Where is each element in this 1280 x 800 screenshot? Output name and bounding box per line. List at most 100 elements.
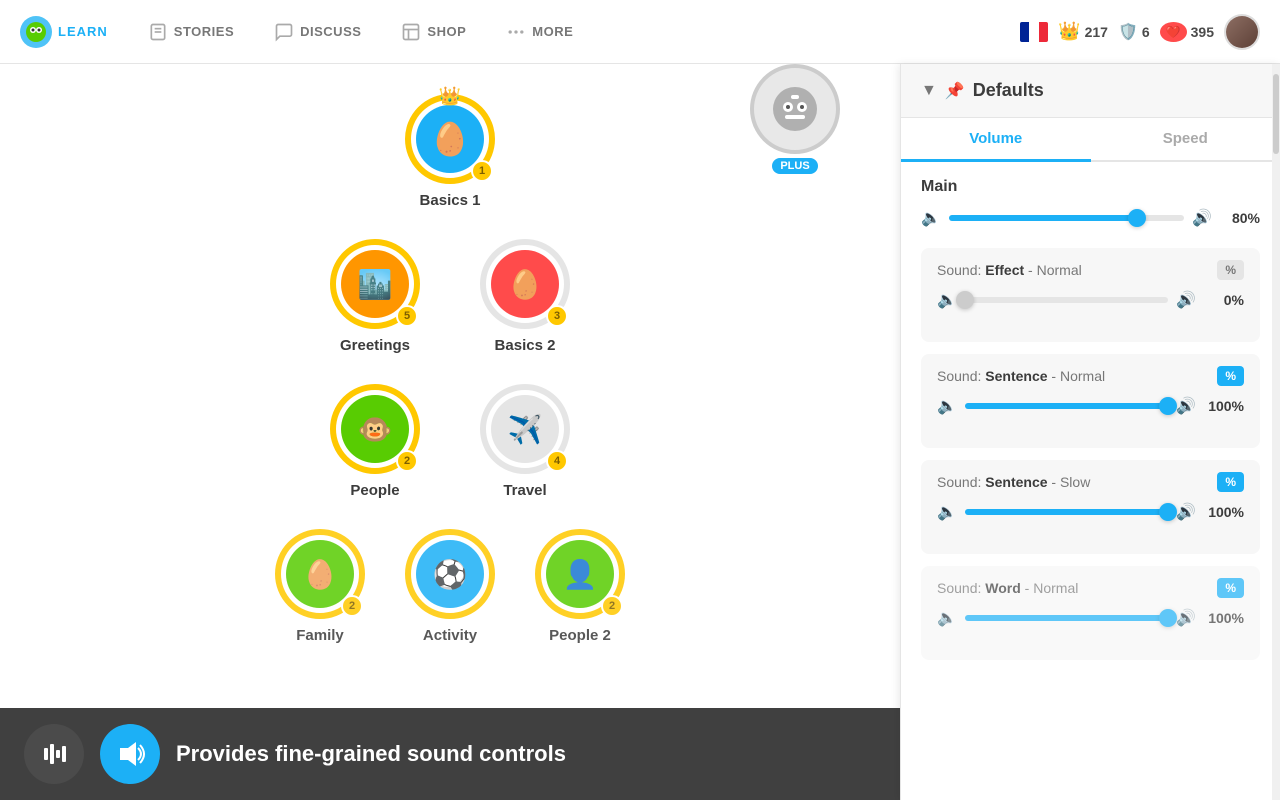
panel-tabs: Volume Speed [901,118,1280,162]
sentence-slow-slider[interactable] [965,509,1168,515]
sentence-normal-label: Sound: Sentence - Normal [937,368,1105,384]
streak-stat: 👑 217 [1058,21,1108,42]
sentence-vol-low-icon: 🔈 [937,396,957,416]
sentence-volume-value: 100% [1204,398,1244,414]
main-volume-value: 80% [1220,210,1260,226]
family-label: Family [296,627,344,644]
word-slider-row: 🔈 🔊 100% [937,608,1244,628]
lesson-row-2: 🏙️ 5 Greetings 🥚 3 [100,239,800,354]
speaker-icon [114,738,146,770]
people-emoji: 🐵 [358,413,393,446]
basics2-label: Basics 2 [495,337,556,354]
greetings-label: Greetings [340,337,410,354]
tooltip-text: Provides fine-grained sound controls [176,741,566,767]
lesson-basics2[interactable]: 🥚 3 Basics 2 [480,239,570,354]
panel-title: Defaults [973,80,1044,101]
effect-normal-header: Sound: Effect - Normal % [937,260,1244,280]
sound-panel: ▼ 📌 Defaults Volume Speed Main 🔈 🔊 80% [900,64,1280,800]
lesson-basics1[interactable]: 👑 🥚 1 Basics 1 [405,94,495,209]
lesson-greetings[interactable]: 🏙️ 5 Greetings [330,239,420,354]
main-slider[interactable] [949,215,1184,221]
nav-shop[interactable]: SHOP [385,14,482,50]
tooltip-banner: Provides fine-grained sound controls [0,708,900,800]
word-normal-section: Sound: Word - Normal % 🔈 🔊 100% [921,566,1260,660]
effect-volume-value: 0% [1204,292,1244,308]
book-icon [148,22,168,42]
word-normal-label: Sound: Word - Normal [937,580,1078,596]
lesson-activity[interactable]: ⚽ Activity [405,529,495,644]
course-area: PLUS 👑 🥚 1 Basics 1 [0,64,900,800]
lesson-family[interactable]: 🥚 2 Family [275,529,365,644]
logo[interactable]: LEARN [20,16,108,48]
word-normal-header: Sound: Word - Normal % [937,578,1244,598]
sentence-slider[interactable] [965,403,1168,409]
speaker-icon-btn[interactable] [100,724,160,784]
effect-slider[interactable] [965,297,1168,303]
nav-stories[interactable]: STORIES [132,14,250,50]
lesson-people2[interactable]: 👤 2 People 2 [535,529,625,644]
sentence-slow-vol-low-icon: 🔈 [937,502,957,522]
people-label: People [350,482,399,499]
nav-discuss[interactable]: DISCUSS [258,14,377,50]
sentence-slow-volume-value: 100% [1204,504,1244,520]
word-volume-value: 100% [1204,610,1244,626]
nav-stats: 👑 217 🛡️ 6 ❤️ 395 [1020,14,1260,50]
tab-speed[interactable]: Speed [1091,118,1280,160]
lesson-travel[interactable]: ✈️ 4 Travel [480,384,570,499]
sentence-slow-label: Sound: Sentence - Slow [937,474,1090,490]
greetings-emoji: 🏙️ [358,268,393,301]
effect-vol-low-icon: 🔈 [937,290,957,310]
basics1-emoji: 🥚 [430,120,470,158]
sentence-slow-slider-row: 🔈 🔊 100% [937,502,1244,522]
crown-icon: 👑 [439,86,461,107]
nav-more[interactable]: MORE [490,14,589,50]
sentence-slow-vol-high-icon: 🔊 [1176,502,1196,522]
travel-label: Travel [503,482,546,499]
panel-scrollbar[interactable] [1272,64,1280,800]
word-vol-high-icon: 🔊 [1176,608,1196,628]
shield-icon: 🛡️ [1118,22,1138,42]
effect-vol-high-icon: 🔊 [1176,290,1196,310]
crown-icon: 👑 [1058,21,1080,42]
user-avatar[interactable] [1224,14,1260,50]
shop-icon [401,22,421,42]
lesson-row-4: 🥚 2 Family ⚽ Act [100,529,800,644]
basics1-label: Basics 1 [420,192,481,209]
lesson-row-1: 👑 🥚 1 Basics 1 [100,94,800,209]
word-slider[interactable] [965,615,1168,621]
sentence-slider-row: 🔈 🔊 100% [937,396,1244,416]
lesson-people[interactable]: 🐵 2 People [330,384,420,499]
sentence-vol-high-icon: 🔊 [1176,396,1196,416]
panel-pin-icon: 📌 [945,81,965,101]
effect-normal-badge[interactable]: % [1217,260,1244,280]
shield-stat: 🛡️ 6 [1118,22,1150,42]
top-nav: LEARN STORIES DISCUSS SHOP MORE 👑 217 🛡️… [0,0,1280,64]
people2-label: People 2 [549,627,611,644]
lesson-row-3: 🐵 2 People ✈️ 4 [100,384,800,499]
more-icon [506,22,526,42]
panel-collapse-button[interactable]: ▼ [921,82,937,100]
sound-toggle-button[interactable] [24,724,84,784]
nav-brand-label: LEARN [58,24,108,39]
main-content: PLUS 👑 🥚 1 Basics 1 [0,64,1280,800]
lessons-container: 👑 🥚 1 Basics 1 [100,94,800,644]
sentence-normal-header: Sound: Sentence - Normal % [937,366,1244,386]
activity-label: Activity [423,627,477,644]
main-slider-row: 🔈 🔊 80% [921,208,1260,228]
travel-emoji: ✈️ [508,413,543,446]
effect-normal-label: Sound: Effect - Normal [937,262,1082,278]
sentence-normal-badge[interactable]: % [1217,366,1244,386]
word-normal-badge[interactable]: % [1217,578,1244,598]
basics2-emoji: 🥚 [508,268,543,301]
sentence-normal-section: Sound: Sentence - Normal % 🔈 🔊 100% [921,354,1260,448]
panel-scrollthumb[interactable] [1273,74,1279,154]
chat-icon [274,22,294,42]
effect-slider-row: 🔈 🔊 0% [937,290,1244,310]
panel-header: ▼ 📌 Defaults [901,64,1280,118]
tab-volume[interactable]: Volume [901,118,1091,162]
language-flag[interactable] [1020,22,1048,42]
volume-high-icon: 🔊 [1192,208,1212,228]
bars-icon [40,740,68,768]
panel-body: Main 🔈 🔊 80% Sound: Effect - Normal % [901,162,1280,800]
sentence-slow-badge[interactable]: % [1217,472,1244,492]
